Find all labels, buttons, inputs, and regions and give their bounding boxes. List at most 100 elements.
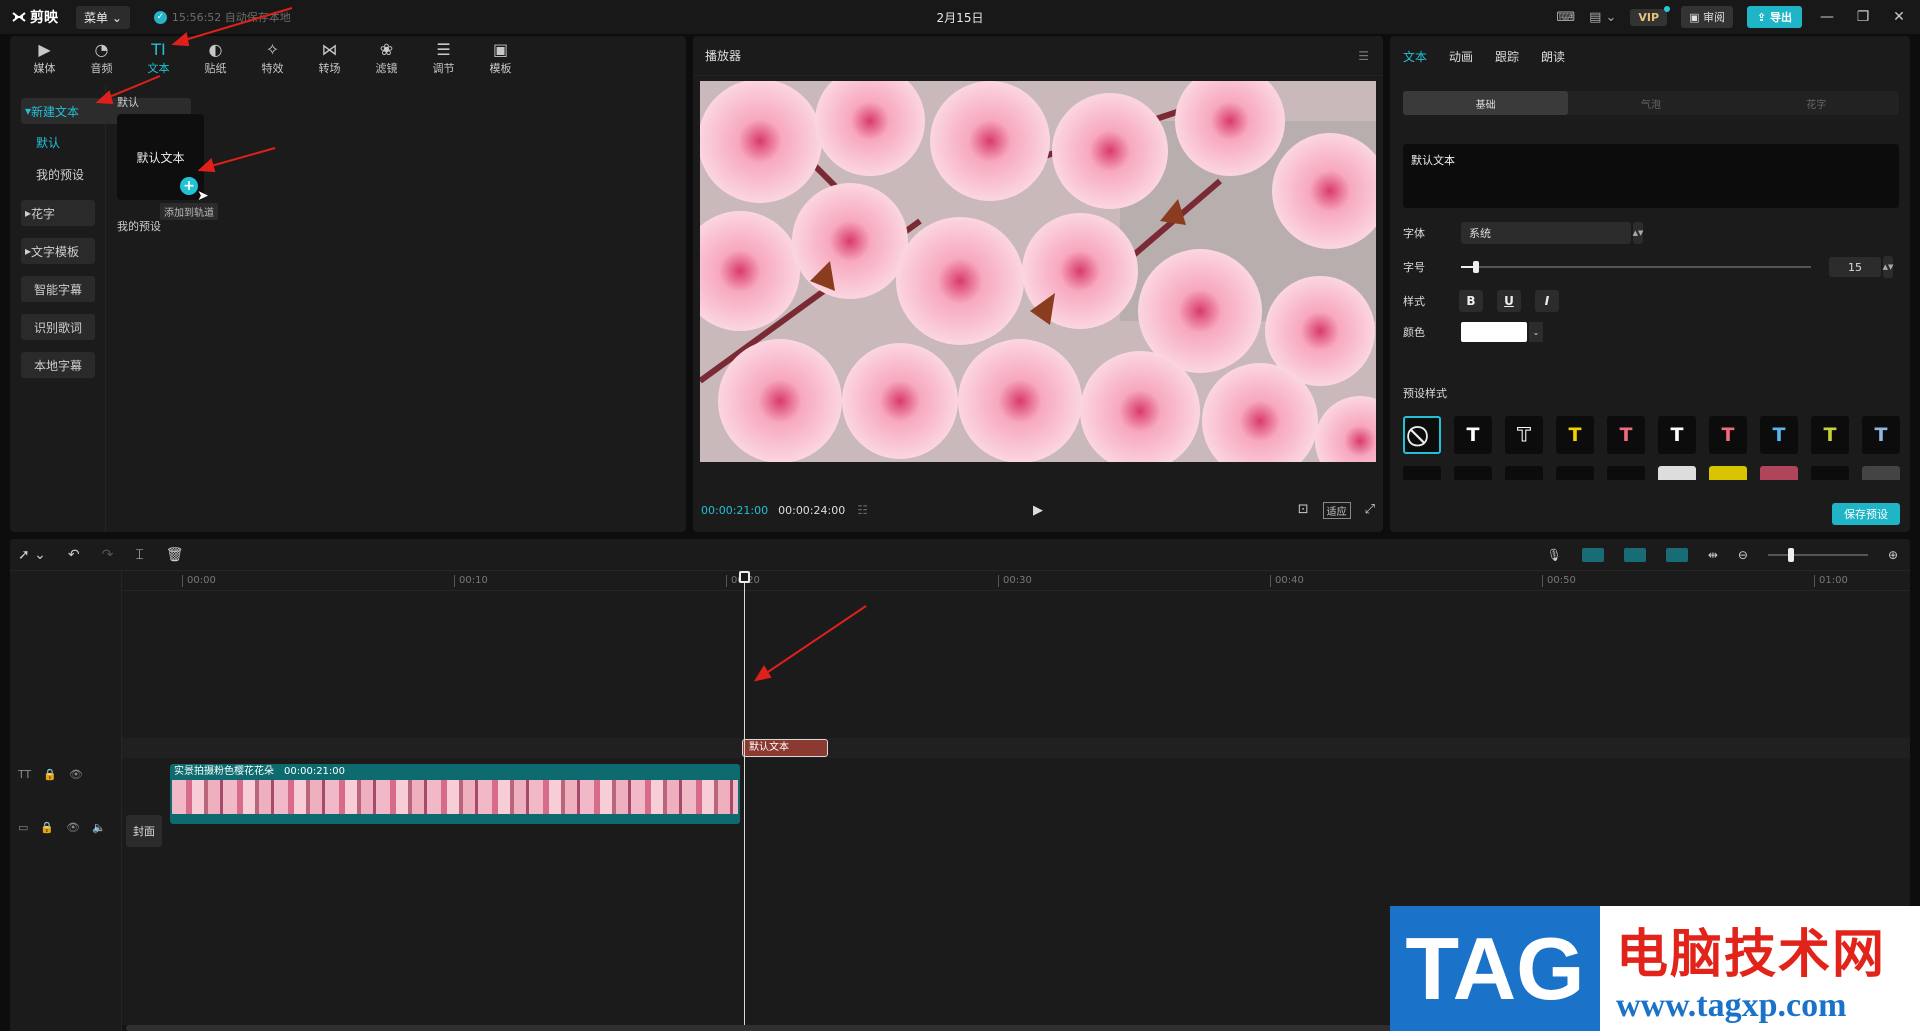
subtab-basic[interactable]: 基础: [1403, 91, 1569, 115]
preset-style[interactable]: T: [1760, 416, 1798, 454]
sidebar-item-my-presets[interactable]: 我的预设: [36, 166, 105, 188]
bold-button[interactable]: B: [1459, 290, 1483, 312]
tool-transition[interactable]: ⋈ 转场: [301, 36, 358, 76]
font-size-input[interactable]: 15: [1829, 257, 1881, 277]
sidebar-item-local-subtitle[interactable]: 本地字幕: [21, 352, 95, 378]
preset-glyph: T: [1466, 424, 1480, 446]
preset-style[interactable]: T: [1454, 416, 1492, 454]
preset-style[interactable]: [1709, 466, 1747, 480]
sidebar-item-flower-text[interactable]: ▸ 花字: [21, 200, 95, 226]
aspect-ratio-button[interactable]: 适应: [1322, 501, 1351, 519]
keyboard-icon[interactable]: ⌨: [1556, 10, 1575, 25]
preset-style[interactable]: [1811, 466, 1849, 480]
tab-read-aloud[interactable]: 朗读: [1541, 48, 1565, 65]
play-icon[interactable]: ▶: [1033, 503, 1043, 518]
eye-icon[interactable]: 👁: [69, 768, 83, 781]
screenshot-icon[interactable]: ⊡: [1298, 502, 1309, 519]
font-select-chevron-icon[interactable]: ▲▼: [1633, 222, 1643, 244]
export-button[interactable]: ⇪ 导出: [1746, 6, 1802, 28]
tab-tracking[interactable]: 跟踪: [1495, 48, 1519, 65]
split-view-icon[interactable]: ⇹: [1708, 548, 1718, 562]
text-clip[interactable]: 默认文本: [742, 739, 828, 757]
font-select[interactable]: 系统: [1461, 222, 1631, 244]
sidebar-item-default[interactable]: 默认: [36, 134, 105, 156]
tool-adjust[interactable]: ☰ 调节: [415, 36, 472, 76]
color-swatch[interactable]: [1461, 322, 1527, 342]
redo-icon[interactable]: ↷: [102, 547, 114, 563]
video-preview[interactable]: [700, 81, 1376, 462]
preset-style[interactable]: [1658, 466, 1696, 480]
subtab-flower-text[interactable]: 花字: [1734, 91, 1899, 115]
preset-style[interactable]: T: [1811, 416, 1849, 454]
player-menu-icon[interactable]: ☰: [1358, 49, 1369, 63]
tab-animation[interactable]: 动画: [1449, 48, 1473, 65]
delete-icon[interactable]: 🗑: [166, 547, 184, 563]
vip-badge[interactable]: VIP: [1630, 5, 1670, 26]
preset-style[interactable]: [1607, 466, 1645, 480]
maximize-icon[interactable]: ❐: [1852, 9, 1874, 25]
sidebar-item-recognize-lyrics[interactable]: 识别歌词: [21, 314, 95, 340]
zoom-out-icon[interactable]: ⊖: [1738, 548, 1748, 562]
preset-style[interactable]: [1760, 466, 1798, 480]
preview-axis-button[interactable]: [1665, 548, 1688, 562]
tool-audio[interactable]: ◔ 音频: [73, 36, 130, 76]
tool-sticker[interactable]: ◐ 贴纸: [187, 36, 244, 76]
preset-style[interactable]: [1403, 466, 1441, 480]
fullscreen-icon[interactable]: ⤢: [1365, 502, 1375, 519]
time-ruler[interactable]: 00:00 00:10 00:20 00:30 00:40 00:50 01:0…: [122, 571, 1910, 591]
auto-snap-button[interactable]: [1581, 548, 1604, 562]
italic-button[interactable]: I: [1535, 290, 1559, 312]
preset-glyph: T: [1619, 424, 1633, 446]
preset-style[interactable]: [1454, 466, 1492, 480]
linkage-button[interactable]: [1623, 548, 1646, 562]
text-content-input[interactable]: 默认文本: [1403, 144, 1899, 208]
watermark-tag-logo: TAG: [1390, 906, 1600, 1031]
playhead[interactable]: [744, 577, 745, 1031]
subtab-bubble[interactable]: 气泡: [1568, 91, 1733, 115]
tool-filter[interactable]: ❀ 滤镜: [358, 36, 415, 76]
preset-style[interactable]: [1556, 466, 1594, 480]
select-tool-icon[interactable]: ➚ ⌄: [18, 547, 46, 563]
save-preset-button[interactable]: 保存预设: [1832, 503, 1900, 525]
tool-effects[interactable]: ✧ 特效: [244, 36, 301, 76]
preset-style[interactable]: [1862, 466, 1900, 480]
preset-none[interactable]: ⃠: [1403, 416, 1441, 454]
speaker-icon[interactable]: 🔈: [92, 821, 106, 834]
underline-button[interactable]: U: [1497, 290, 1521, 312]
sidebar-item-text-template[interactable]: ▸ 文字模板: [21, 238, 95, 264]
zoom-in-icon[interactable]: ⊕: [1888, 548, 1898, 562]
cover-button[interactable]: 封面: [126, 815, 162, 847]
font-size-stepper[interactable]: ▲▼: [1883, 256, 1893, 278]
layout-icon[interactable]: ▤ ⌄: [1589, 10, 1616, 25]
sidebar-item-smart-subtitle[interactable]: 智能字幕: [21, 276, 95, 302]
menu-button[interactable]: 菜单 ⌄: [76, 5, 130, 29]
preset-style[interactable]: T: [1862, 416, 1900, 454]
split-icon[interactable]: ⌶: [135, 547, 143, 563]
total-time: 00:00:24:00: [778, 503, 846, 517]
minimize-icon[interactable]: —: [1816, 9, 1838, 25]
preset-style[interactable]: T: [1658, 416, 1696, 454]
timecode-menu-icon[interactable]: ☷: [857, 503, 868, 517]
review-button[interactable]: ▣ 审阅: [1681, 6, 1733, 28]
tool-media[interactable]: ▶ 媒体: [16, 36, 73, 76]
undo-icon[interactable]: ↶: [68, 547, 80, 563]
lock-icon[interactable]: 🔒: [40, 821, 54, 834]
preset-style[interactable]: [1505, 466, 1543, 480]
video-clip[interactable]: 实景拍摄粉色樱花花朵 00:00:21:00: [170, 764, 740, 824]
close-icon[interactable]: ✕: [1888, 9, 1910, 25]
tool-text[interactable]: TI 文本: [130, 36, 187, 76]
eye-icon[interactable]: 👁: [66, 821, 80, 834]
zoom-slider[interactable]: [1767, 548, 1868, 562]
font-size-slider[interactable]: [1461, 261, 1811, 273]
preset-style[interactable]: T: [1607, 416, 1645, 454]
preset-style[interactable]: T: [1709, 416, 1747, 454]
preset-style[interactable]: T: [1505, 416, 1543, 454]
add-to-track-button[interactable]: +: [180, 177, 198, 195]
tab-text[interactable]: 文本: [1403, 48, 1427, 65]
lock-icon[interactable]: 🔒: [43, 768, 57, 781]
playhead-handle[interactable]: [739, 571, 750, 583]
preset-style[interactable]: T: [1556, 416, 1594, 454]
microphone-icon[interactable]: 🎙: [1547, 548, 1562, 562]
chevron-down-icon[interactable]: ⌄: [1529, 322, 1543, 342]
tool-template[interactable]: ▣ 模板: [472, 36, 529, 76]
